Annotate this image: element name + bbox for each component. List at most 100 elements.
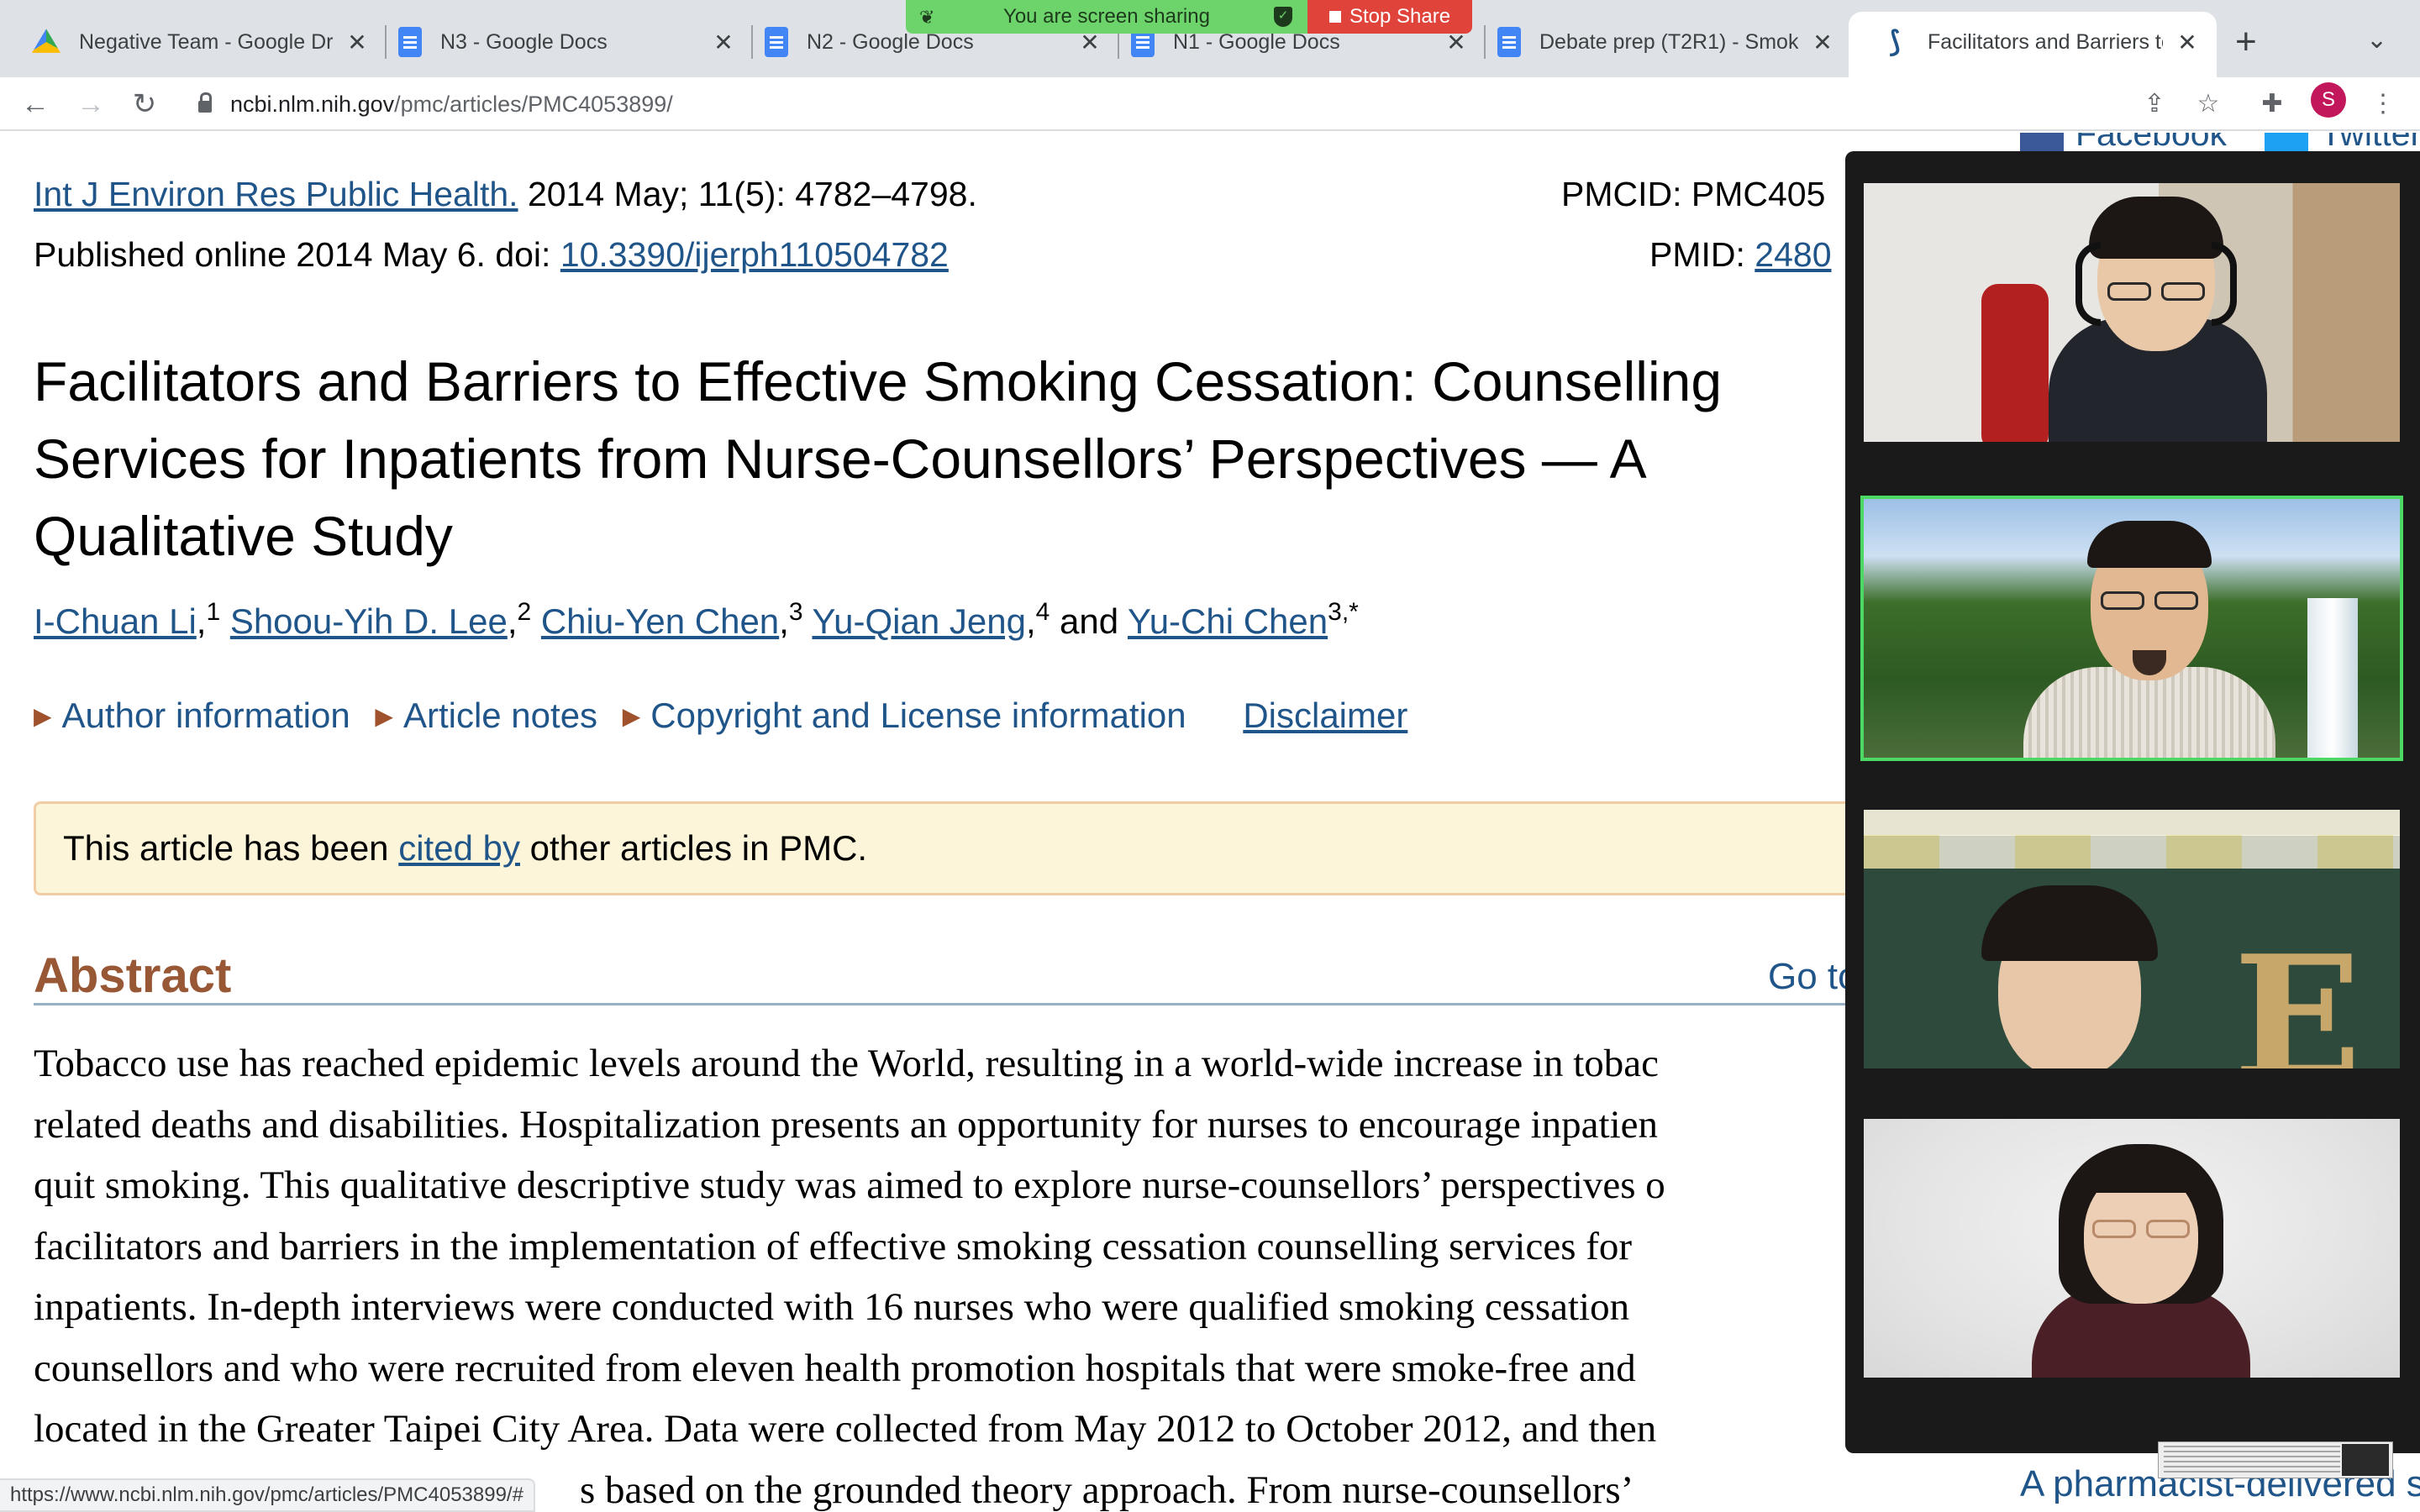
headphones-icon <box>2212 242 2237 326</box>
journal-link[interactable]: Int J Environ Res Public Health. <box>34 175 518 213</box>
glasses <box>2154 591 2198 610</box>
copyright-license-toggle[interactable]: ▶ Copyright and License information <box>623 696 1186 735</box>
author-link[interactable]: Shoou-Yih D. Lee <box>230 601 508 641</box>
doi-link[interactable]: 10.3390/ijerph110504782 <box>560 235 949 274</box>
abstract-line: Tobacco use has reached epidemic levels … <box>34 1042 1660 1085</box>
tab-search-chevron-icon[interactable]: ⌄ <box>2366 25 2387 55</box>
tab-facilitators-barriers[interactable]: ⟆ Facilitators and Barriers to Effective… <box>1849 12 2217 87</box>
board-decoration: E <box>2233 919 2362 1068</box>
browser-toolbar: ← → ↻ ncbi.nlm.nih.gov/pmc/articles/PMC4… <box>0 77 2420 131</box>
expand-triangle-icon: ▶ <box>622 703 641 729</box>
close-icon[interactable]: ✕ <box>1810 29 1835 56</box>
expand-triangle-icon: ▶ <box>375 703 393 729</box>
journal-citation: Int J Environ Res Public Health. 2014 Ma… <box>34 175 977 214</box>
stop-share-button[interactable]: Stop Share <box>1307 0 1472 34</box>
participant-body <box>2023 667 2275 758</box>
google-docs-icon <box>765 27 788 57</box>
article-info-links: ▶ Author information ▶ Article notes ▶ Copy… <box>34 696 1407 736</box>
article-notes-label: Article notes <box>402 696 598 735</box>
glasses <box>2107 282 2151 301</box>
video-tile-participant-3[interactable]: E <box>1864 810 2400 1068</box>
tab-title: Facilitators and Barriers to Effective S… <box>1928 29 2163 54</box>
share-icon[interactable]: ⇪ <box>2136 86 2173 123</box>
facebook-link[interactable]: Facebook <box>2075 133 2227 153</box>
google-docs-icon <box>1497 27 1521 57</box>
shield-check-icon: ✓ <box>1274 7 1292 27</box>
zoom-leaf-icon: ❦ <box>919 7 935 28</box>
forward-arrow-icon[interactable]: → <box>72 86 109 123</box>
stop-share-label: Stop Share <box>1349 5 1451 28</box>
new-tab-button[interactable]: + <box>2235 22 2257 62</box>
authors-and: and <box>1060 601 1119 641</box>
twitter-link[interactable]: Twitter <box>2320 133 2420 153</box>
tab-title: Debate prep (T2R1) - Smoking <box>1539 29 1798 54</box>
pmid-label: PMID: <box>1649 235 1755 274</box>
expand-triangle-icon: ▶ <box>34 703 52 729</box>
glasses <box>2101 591 2144 610</box>
pmid-link[interactable]: 2480 <box>1754 235 1831 274</box>
headphones-icon <box>2075 242 2101 326</box>
profile-avatar[interactable]: S <box>2311 82 2346 118</box>
author-link[interactable]: Yu-Chi Chen <box>1128 601 1328 641</box>
cited-suffix: other articles in PMC. <box>529 828 868 868</box>
author-affiliation: 4 <box>1035 598 1050 626</box>
extensions-puzzle-icon[interactable]: ✚ <box>2254 86 2291 123</box>
waterfall-background <box>2307 598 2358 758</box>
disclaimer-link[interactable]: Disclaimer <box>1243 696 1407 735</box>
abstract-line: quit smoking. This qualitative descripti… <box>34 1163 1665 1207</box>
video-gallery-panel[interactable]: E <box>1845 151 2420 1453</box>
author-affiliation: 3,* <box>1328 598 1359 626</box>
copyright-license-label: Copyright and License information <box>650 696 1186 735</box>
google-drive-icon <box>32 29 60 53</box>
video-tile-participant-4[interactable] <box>1864 1119 2400 1378</box>
lock-icon[interactable] <box>198 92 212 113</box>
author-affiliation: 1 <box>206 598 221 626</box>
publication-line: Published online 2014 May 6. doi: 10.339… <box>34 235 949 275</box>
author-link[interactable]: I-Chuan Li <box>34 601 197 641</box>
screen-share-text: You are screen sharing <box>1003 5 1210 28</box>
status-bar-url: https://www.ncbi.nlm.nih.gov/pmc/article… <box>0 1478 535 1512</box>
bookmark-star-icon[interactable]: ☆ <box>2190 86 2227 123</box>
ncbi-icon: ⟆ <box>1889 26 1901 58</box>
participant-hair <box>2089 197 2223 259</box>
video-tile-participant-2[interactable] <box>1860 496 2403 761</box>
published-text: Published online 2014 May 6. doi: <box>34 235 560 274</box>
abstract-line: located in the Greater Taipei City Area.… <box>34 1407 1657 1451</box>
tab-title: Negative Team - Google Drive <box>79 29 333 54</box>
address-bar[interactable]: ncbi.nlm.nih.gov/pmc/articles/PMC4053899… <box>183 82 2175 126</box>
abstract-line: facilitators and barriers in the impleme… <box>34 1224 1633 1268</box>
pmid: PMID: 2480 <box>1649 235 1832 275</box>
author-information-toggle[interactable]: ▶ Author information <box>34 696 350 735</box>
article-notes-toggle[interactable]: ▶ Article notes <box>375 696 597 735</box>
author-affiliation: 2 <box>517 598 532 626</box>
preview-video-thumbnail <box>2342 1444 2389 1476</box>
author-list: I-Chuan Li,1 Shoou-Yih D. Lee,2 Chiu-Yen… <box>34 598 1359 642</box>
back-arrow-icon[interactable]: ← <box>17 86 54 123</box>
video-tile-participant-1[interactable] <box>1864 183 2400 442</box>
google-docs-icon <box>398 27 422 57</box>
author-link[interactable]: Chiu-Yen Chen <box>541 601 779 641</box>
stop-square-icon <box>1328 11 1341 23</box>
author-information-label: Author information <box>61 696 350 735</box>
abstract-line: counsellors and who were recruited from … <box>34 1346 1636 1390</box>
author-link[interactable]: Yu-Qian Jeng <box>812 601 1026 641</box>
abstract-text: Tobacco use has reached epidemic levels … <box>34 1033 1849 1512</box>
tab-negative-team[interactable]: Negative Team - Google Drive ✕ <box>0 12 387 72</box>
participant-hair <box>2087 521 2212 568</box>
reload-icon[interactable]: ↻ <box>126 86 163 123</box>
url-text: ncbi.nlm.nih.gov/pmc/articles/PMC4053899… <box>230 92 673 118</box>
share-preview-thumbnail[interactable] <box>2158 1441 2393 1478</box>
tab-debate-prep[interactable]: Debate prep (T2R1) - Smoking ✕ <box>1465 12 1852 72</box>
abstract-heading: Abstract <box>34 948 232 1003</box>
glasses <box>2146 1220 2190 1238</box>
journal-citation-text: 2014 May; 11(5): 4782–4798. <box>518 175 977 213</box>
tab-title: N3 - Google Docs <box>440 29 608 54</box>
cited-by-link[interactable]: cited by <box>398 828 520 869</box>
preview-text-lines <box>2164 1446 2340 1474</box>
url-path: /pmc/articles/PMC4053899/ <box>394 91 673 117</box>
screen-share-status[interactable]: ❦ You are screen sharing ✓ <box>906 0 1307 34</box>
tab-n3[interactable]: N3 - Google Docs ✕ <box>366 12 753 72</box>
close-icon[interactable]: ✕ <box>2175 29 2200 56</box>
menu-kebab-icon[interactable]: ⋮ <box>2365 86 2402 123</box>
cited-prefix: This article has been <box>63 828 389 868</box>
